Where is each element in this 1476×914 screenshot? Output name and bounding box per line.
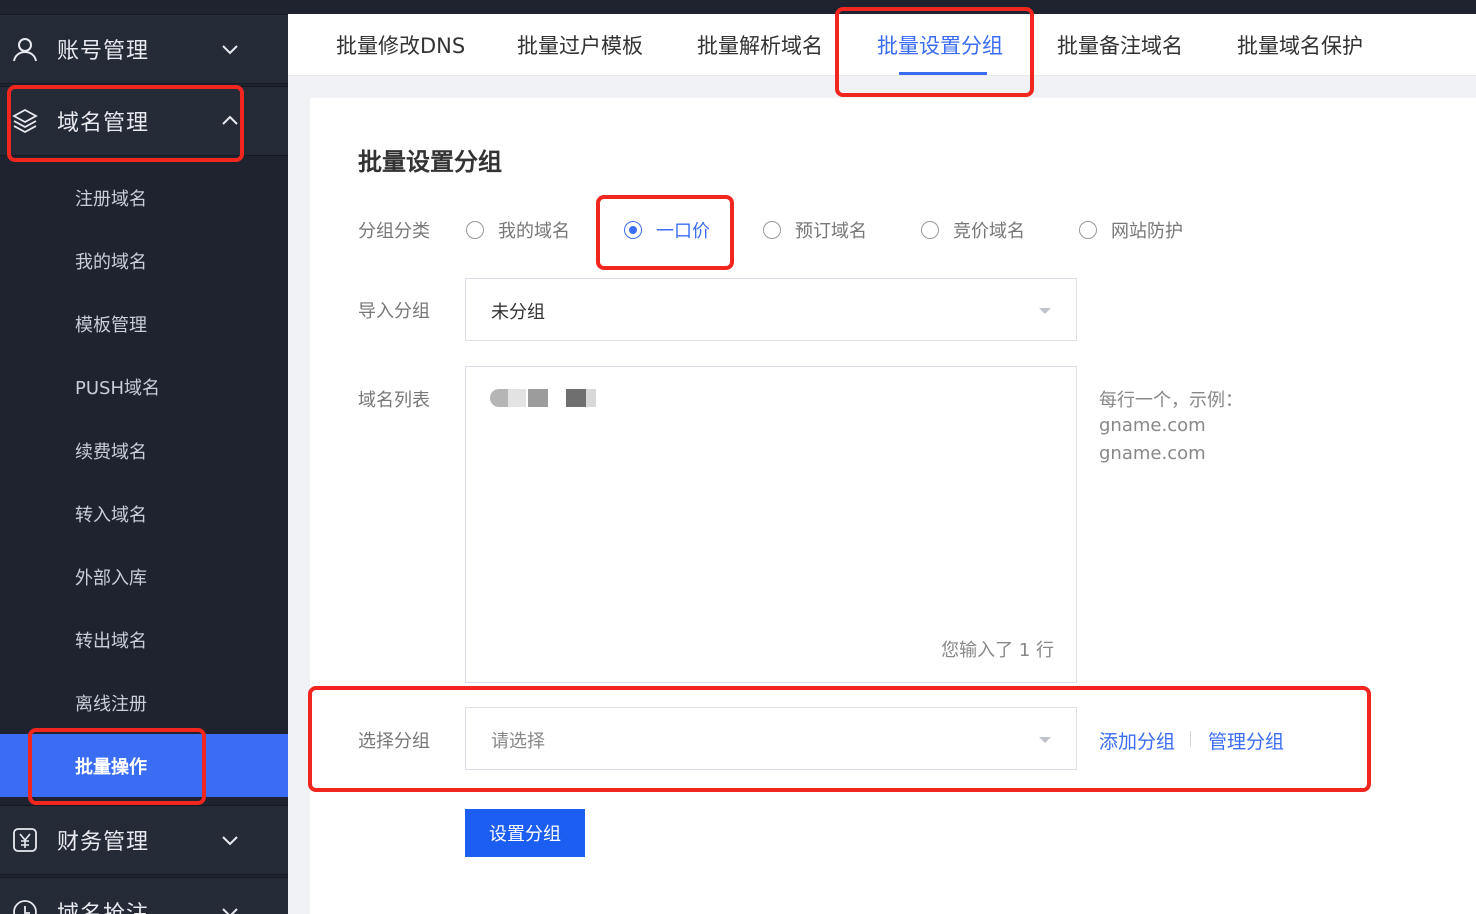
import-group-label: 导入分组 <box>358 301 430 322</box>
select-placeholder: 请选择 <box>491 731 545 752</box>
line-count: 您输入了 1 行 <box>941 640 1054 661</box>
tab-batch-remark[interactable]: 批量备注域名 <box>1057 14 1183 76</box>
sidebar: 账号管理 域名管理 注册域名 我的域名 模板管理 PUSH域名 续费域名 转入域… <box>0 0 288 914</box>
radio-circle <box>921 221 939 239</box>
page-title: 批量设置分组 <box>358 148 502 176</box>
radio-label: 预订域名 <box>795 221 867 242</box>
sidebar-item-transfer-out[interactable]: 转出域名 <box>0 608 288 671</box>
import-group-select[interactable]: 未分组 <box>465 278 1077 341</box>
sidebar-item-label: 注册域名 <box>75 188 147 210</box>
tab-batch-protect[interactable]: 批量域名保护 <box>1237 14 1363 76</box>
sidebar-item-push[interactable]: PUSH域名 <box>0 355 288 418</box>
sidebar-item-register[interactable]: 注册域名 <box>0 166 288 229</box>
sidebar-group-label: 财务管理 <box>57 830 150 855</box>
sidebar-group-domain[interactable]: 域名管理 <box>0 86 288 156</box>
user-icon <box>13 38 37 62</box>
sidebar-item-batch[interactable]: 批量操作 <box>0 734 288 797</box>
chevron-up-icon <box>222 115 238 125</box>
category-label: 分组分类 <box>358 221 430 242</box>
radio-auction[interactable]: 竞价域名 <box>921 217 1025 243</box>
tab-batch-dns[interactable]: 批量修改DNS <box>336 14 465 76</box>
select-group-label: 选择分组 <box>358 731 430 752</box>
domain-list-label: 域名列表 <box>358 390 430 411</box>
sidebar-item-label: 批量操作 <box>75 756 147 778</box>
sidebar-group-backorder[interactable]: 域名抢注 <box>0 877 288 914</box>
radio-label: 我的域名 <box>498 221 570 242</box>
tab-batch-resolve[interactable]: 批量解析域名 <box>697 14 823 76</box>
radio-label: 一口价 <box>656 221 710 242</box>
radio-circle <box>763 221 781 239</box>
tab-batch-transfer-template[interactable]: 批量过户模板 <box>517 14 643 76</box>
group-select[interactable]: 请选择 <box>465 707 1077 770</box>
sidebar-item-templates[interactable]: 模板管理 <box>0 292 288 355</box>
sidebar-group-account[interactable]: 账号管理 <box>0 14 288 84</box>
yen-receipt-icon <box>13 828 37 852</box>
radio-circle <box>1079 221 1097 239</box>
caret-down-icon <box>1039 308 1051 314</box>
sidebar-item-label: 转入域名 <box>75 504 147 526</box>
hint-line: gname.com <box>1099 415 1206 436</box>
radio-reserved[interactable]: 预订域名 <box>763 217 867 243</box>
radio-circle <box>624 221 642 239</box>
sidebar-item-label: 转出域名 <box>75 630 147 652</box>
hint-line: gname.com <box>1099 443 1206 464</box>
sidebar-item-label: 模板管理 <box>75 314 147 336</box>
sidebar-group-label: 域名管理 <box>57 111 150 136</box>
redacted-text <box>566 389 586 407</box>
add-group-link[interactable]: 添加分组 <box>1099 727 1175 754</box>
radio-circle <box>466 221 484 239</box>
sidebar-item-label: 外部入库 <box>75 567 147 589</box>
radio-label: 竞价域名 <box>953 221 1025 242</box>
sidebar-item-label: 我的域名 <box>75 251 147 273</box>
sidebar-item-label: PUSH域名 <box>75 377 160 399</box>
domain-list-textarea[interactable]: 您输入了 1 行 <box>465 366 1077 683</box>
hint-line: 每行一个，示例： <box>1099 390 1243 411</box>
sidebar-item-external[interactable]: 外部入库 <box>0 545 288 608</box>
redacted-text <box>528 389 548 407</box>
sidebar-group-label: 域名抢注 <box>57 896 149 914</box>
top-strip <box>288 0 1476 14</box>
sidebar-item-label: 离线注册 <box>75 693 147 715</box>
caret-down-icon <box>1039 737 1051 743</box>
tab-bar: 批量修改DNS 批量过户模板 批量解析域名 批量设置分组 批量备注域名 批量域名… <box>288 14 1476 76</box>
radio-site-protect[interactable]: 网站防护 <box>1079 217 1183 243</box>
tab-batch-set-group[interactable]: 批量设置分组 <box>877 14 1003 76</box>
sidebar-group-label: 账号管理 <box>57 39 150 64</box>
radio-fixed-price[interactable]: 一口价 <box>624 217 710 243</box>
sidebar-item-label: 续费域名 <box>75 441 147 463</box>
divider <box>1190 731 1191 747</box>
select-value: 未分组 <box>491 302 545 323</box>
redacted-text <box>508 389 526 407</box>
sidebar-item-transfer-in[interactable]: 转入域名 <box>0 482 288 545</box>
radio-label: 网站防护 <box>1111 221 1183 242</box>
chevron-down-icon <box>222 908 238 914</box>
redacted-text <box>586 389 596 407</box>
chevron-down-icon <box>222 45 238 55</box>
manage-group-link[interactable]: 管理分组 <box>1208 727 1284 754</box>
chevron-down-icon <box>222 836 238 846</box>
active-tab-indicator <box>899 72 987 75</box>
clock-icon <box>13 900 37 914</box>
sidebar-item-offline[interactable]: 离线注册 <box>0 671 288 734</box>
layers-icon <box>12 108 38 134</box>
sidebar-item-my-domains[interactable]: 我的域名 <box>0 229 288 292</box>
sidebar-group-finance[interactable]: 财务管理 <box>0 805 288 875</box>
redacted-text <box>490 389 508 407</box>
sidebar-item-renew[interactable]: 续费域名 <box>0 419 288 482</box>
radio-my-domains[interactable]: 我的域名 <box>466 217 570 243</box>
set-group-button[interactable]: 设置分组 <box>465 809 585 857</box>
